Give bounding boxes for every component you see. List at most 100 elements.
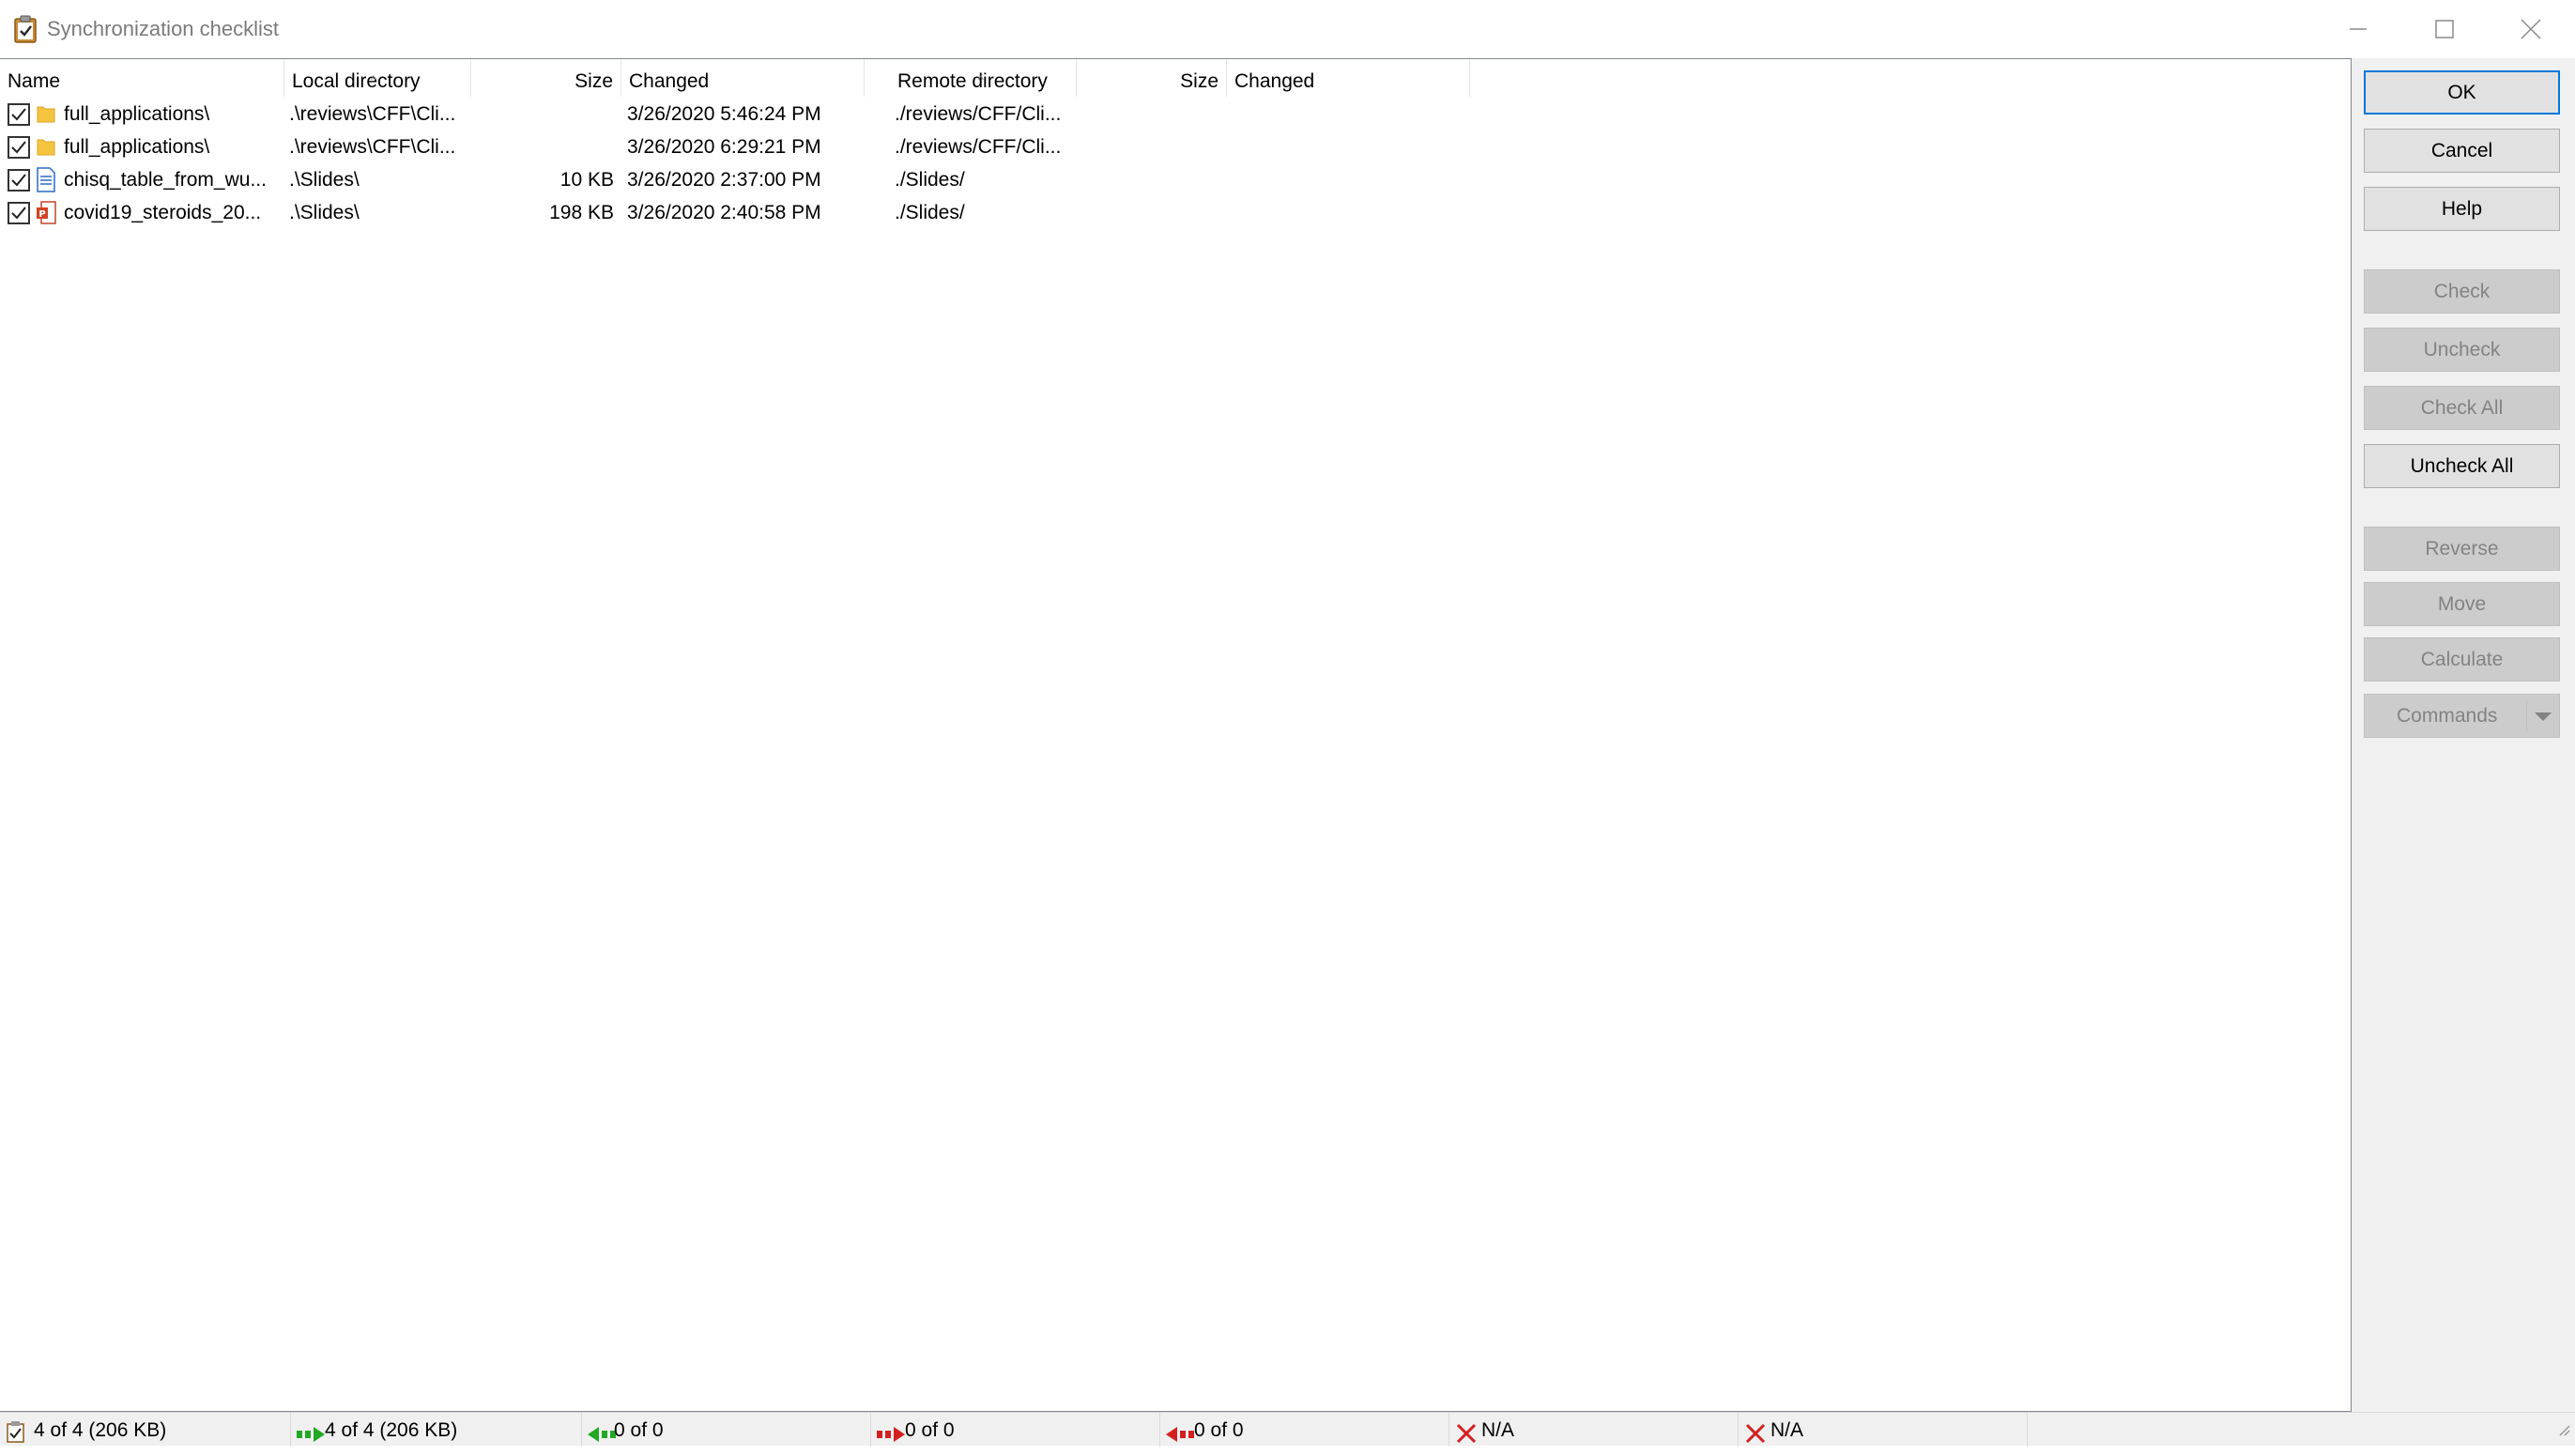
column-header-local-directory[interactable]: Local directory ^ <box>284 59 471 97</box>
red-x-icon <box>1744 1420 1767 1456</box>
table-row[interactable]: full_applications\ .\reviews\CFF\Cli... … <box>0 98 2351 130</box>
local-changed: 3/26/2020 5:46:24 PM <box>627 103 821 125</box>
commands-label: Commands <box>2397 705 2498 727</box>
file-name: covid19_steroids_20... <box>64 202 262 223</box>
local-directory: .\Slides\ <box>289 202 360 223</box>
status-delete-remote-count: 0 of 0 <box>871 1413 1160 1447</box>
status-upload-count: 4 of 4 (206 KB) <box>291 1413 582 1447</box>
remote-changed <box>1233 130 1467 163</box>
column-header-local-size[interactable]: Size <box>471 59 621 97</box>
table-header: Name Local directory ^ Size Changed Remo… <box>0 59 2351 97</box>
status-download-text: 0 of 0 <box>614 1419 664 1441</box>
table-row[interactable]: chisq_table_from_wu... .\Slides\ 10 KB 3… <box>0 163 2351 196</box>
maximize-icon <box>2435 20 2454 38</box>
checkmark-icon <box>11 207 26 220</box>
remote-size <box>1077 196 1219 229</box>
status-bar: 4 of 4 (206 KB) 4 of 4 (206 KB) 0 of 0 0… <box>0 1412 2575 1447</box>
table-row[interactable]: full_applications\ .\reviews\CFF\Cli... … <box>0 130 2351 163</box>
cancel-button[interactable]: Cancel <box>2364 129 2560 173</box>
remote-directory: ./Slides/ <box>895 169 965 191</box>
delete-local-red-icon <box>1166 1420 1198 1456</box>
local-size: 10 KB <box>559 169 614 191</box>
close-icon <box>2521 19 2541 39</box>
remote-size <box>1077 163 1219 196</box>
svg-text:P: P <box>38 209 45 220</box>
column-header-name[interactable]: Name <box>0 59 284 97</box>
remote-changed <box>1233 196 1467 229</box>
title-bar: Synchronization checklist <box>0 0 2575 58</box>
ok-button[interactable]: OK <box>2364 70 2560 115</box>
file-name: chisq_table_from_wu... <box>64 169 267 191</box>
calculate-button[interactable]: Calculate <box>2364 637 2560 682</box>
remote-changed <box>1233 98 1467 130</box>
status-upload-text: 4 of 4 (206 KB) <box>325 1419 458 1441</box>
document-icon <box>36 167 56 192</box>
uncheck-all-button[interactable]: Uncheck All <box>2364 444 2560 488</box>
red-x-icon <box>1455 1420 1478 1456</box>
dropdown-separator <box>2526 700 2527 731</box>
checklist-icon <box>6 1420 26 1456</box>
status-delete-local-count: 0 of 0 <box>1160 1413 1449 1447</box>
sort-ascending-icon: ^ <box>978 73 984 86</box>
minimize-icon <box>2350 28 2367 30</box>
column-header-local-changed[interactable]: Changed <box>621 59 865 97</box>
remote-size <box>1077 130 1219 163</box>
check-all-button[interactable]: Check All <box>2364 386 2560 430</box>
local-directory: .\reviews\CFF\Cli... <box>289 136 456 158</box>
synchronization-checklist-window: Synchronization checklist Name Local dir… <box>0 0 2575 1447</box>
resize-grip-icon[interactable] <box>2556 1422 2571 1442</box>
checklist-table[interactable]: Name Local directory ^ Size Changed Remo… <box>0 58 2352 1412</box>
local-changed: 3/26/2020 2:40:58 PM <box>627 202 821 223</box>
file-name: full_applications\ <box>64 136 210 158</box>
remote-size <box>1077 98 1219 130</box>
file-name: full_applications\ <box>64 103 210 125</box>
status-delete-remote-text: 0 of 0 <box>905 1419 955 1441</box>
status-checked-count: 4 of 4 (206 KB) <box>0 1413 291 1447</box>
window-title: Synchronization checklist <box>47 17 280 40</box>
powerpoint-file-icon: P <box>36 200 56 225</box>
chevron-down-icon[interactable] <box>2535 713 2552 721</box>
remote-directory: ./Slides/ <box>895 202 965 223</box>
maximize-button[interactable] <box>2401 0 2488 58</box>
status-na-text: N/A <box>1770 1419 1804 1441</box>
local-size <box>471 130 614 163</box>
local-directory: .\reviews\CFF\Cli... <box>289 103 456 125</box>
local-size: 198 KB <box>549 202 614 223</box>
check-button[interactable]: Check <box>2364 269 2560 314</box>
sort-ascending-icon: ^ <box>371 73 376 86</box>
local-size <box>471 98 614 130</box>
status-na-text: N/A <box>1481 1419 1515 1441</box>
local-changed: 3/26/2020 6:29:21 PM <box>627 136 821 158</box>
column-header-remote-directory[interactable]: Remote directory ^ <box>890 59 1077 97</box>
remote-directory: ./reviews/CFF/Cli... <box>895 136 1062 158</box>
column-header-remote-changed[interactable]: Changed <box>1227 59 1470 97</box>
upload-arrow-green-icon <box>297 1420 329 1456</box>
help-button[interactable]: Help <box>2364 187 2560 231</box>
uncheck-button[interactable]: Uncheck <box>2364 328 2560 372</box>
minimize-button[interactable] <box>2315 0 2401 58</box>
status-delete-local-text: 0 of 0 <box>1194 1419 1244 1441</box>
local-directory: .\Slides\ <box>289 169 360 191</box>
status-download-count: 0 of 0 <box>582 1413 871 1447</box>
checkmark-icon <box>11 108 26 121</box>
status-na-2: N/A <box>1739 1413 2028 1447</box>
remote-directory-label: Remote directory <box>897 70 1048 92</box>
local-directory-label: Local directory <box>292 70 421 92</box>
close-button[interactable] <box>2488 0 2574 58</box>
delete-remote-red-icon <box>877 1420 909 1456</box>
folder-icon <box>36 134 56 160</box>
checkmark-icon <box>11 141 26 154</box>
row-checkbox[interactable] <box>8 136 30 159</box>
reverse-button[interactable]: Reverse <box>2364 527 2560 571</box>
row-checkbox[interactable] <box>8 103 30 126</box>
row-checkbox[interactable] <box>8 169 30 192</box>
checkmark-icon <box>11 174 26 187</box>
move-button[interactable]: Move <box>2364 582 2560 626</box>
status-checked-text: 4 of 4 (206 KB) <box>34 1419 167 1441</box>
status-na-1: N/A <box>1449 1413 1739 1447</box>
table-row[interactable]: P covid19_steroids_20... .\Slides\ 198 K… <box>0 196 2351 229</box>
clipboard-check-icon <box>13 15 38 43</box>
commands-button[interactable]: Commands <box>2364 694 2560 738</box>
row-checkbox[interactable] <box>8 202 30 224</box>
column-header-remote-size[interactable]: Size <box>1077 59 1227 97</box>
